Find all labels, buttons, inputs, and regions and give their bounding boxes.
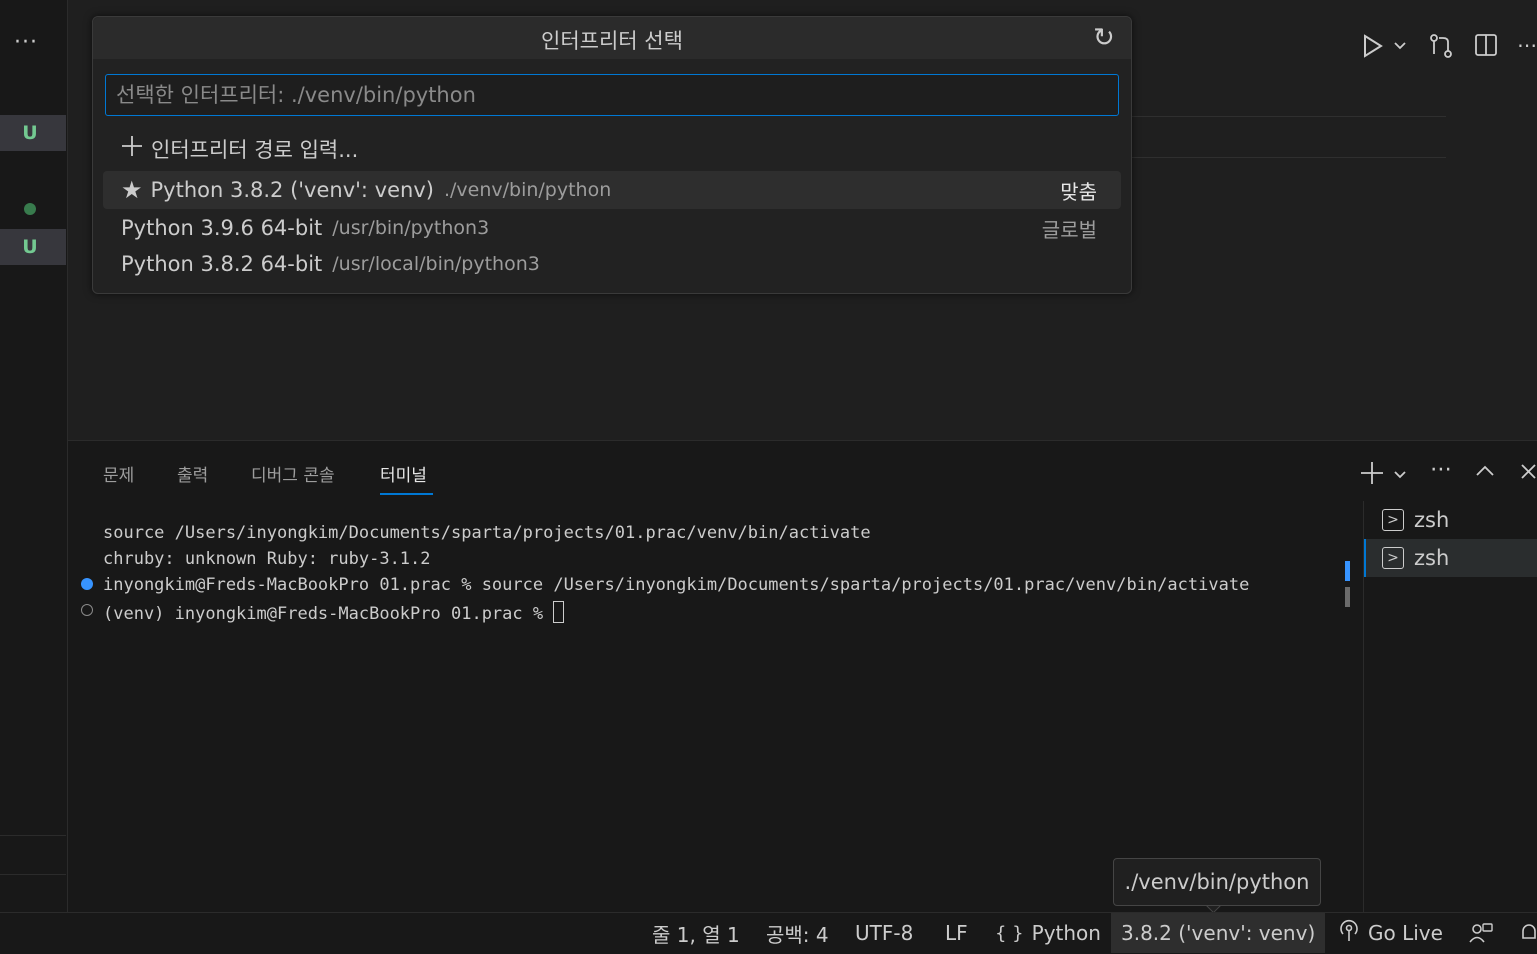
- end-of-line[interactable]: LF: [945, 913, 968, 953]
- untracked-badge[interactable]: U: [0, 229, 66, 265]
- refresh-icon[interactable]: ↻: [1093, 23, 1115, 53]
- interpreter-path: /usr/local/bin/python3: [332, 253, 540, 275]
- interpreter-search-input[interactable]: [105, 74, 1119, 116]
- divider: [0, 874, 66, 875]
- new-terminal-icon[interactable]: [1360, 461, 1384, 489]
- terminal-cursor: [553, 601, 565, 623]
- terminal-line: inyongkim@Freds-MacBookPro 01.prac % sou…: [103, 575, 1250, 595]
- cursor-position[interactable]: 줄 1, 열 1: [652, 913, 740, 953]
- tab-debug-console[interactable]: 디버그 콘솔: [251, 461, 335, 486]
- more-icon[interactable]: ···: [14, 30, 38, 55]
- interpreter-item-selected[interactable]: ★ Python 3.8.2 ('venv': venv) ./venv/bin…: [103, 171, 1121, 209]
- scrollbar-marker: [1345, 587, 1350, 607]
- enter-path-label: 인터프리터 경로 입력...: [151, 138, 359, 162]
- interpreter-item[interactable]: Python 3.8.2 64-bit /usr/local/bin/pytho…: [103, 245, 1121, 283]
- divider: [0, 835, 66, 836]
- source-control-icon[interactable]: [1428, 32, 1454, 64]
- modified-dot-icon: [24, 203, 36, 215]
- go-live-label: Go Live: [1368, 921, 1443, 945]
- split-editor-icon[interactable]: [1474, 33, 1498, 61]
- terminal-prompt[interactable]: (venv) inyongkim@Freds-MacBookPro 01.pra…: [103, 601, 565, 624]
- badge-label: U: [22, 236, 38, 258]
- terminal-name: zsh: [1414, 546, 1450, 570]
- python-interpreter[interactable]: 3.8.2 ('venv': venv): [1111, 913, 1326, 953]
- interpreter-path: /usr/bin/python3: [332, 217, 490, 239]
- close-panel-icon[interactable]: [1520, 463, 1537, 484]
- language-label: Python: [1031, 921, 1101, 945]
- interpreter-item[interactable]: Python 3.9.6 64-bit /usr/bin/python3 글로벌: [103, 209, 1121, 247]
- chevron-down-icon[interactable]: [1393, 467, 1407, 486]
- chevron-down-icon[interactable]: [1393, 38, 1407, 57]
- terminal-tab-zsh[interactable]: > zsh: [1364, 539, 1537, 577]
- interpreter-tag: 글로벌: [1041, 217, 1097, 242]
- editor-rule: [1130, 116, 1446, 117]
- interpreter-label: Python 3.8.2 ('venv': venv): [150, 178, 434, 202]
- interpreter-path: ./venv/bin/python: [443, 179, 612, 201]
- terminal-line: source /Users/inyongkim/Documents/sparta…: [103, 523, 871, 543]
- tab-terminal[interactable]: 터미널: [380, 461, 427, 486]
- braces-icon: { }: [995, 922, 1024, 944]
- tab-output[interactable]: 출력: [177, 461, 208, 486]
- interpreter-quick-pick: 인터프리터 선택 ↻ 인터프리터 경로 입력... ★ Python 3.8.2…: [92, 16, 1132, 294]
- notifications-icon[interactable]: [1520, 913, 1537, 953]
- terminal-line: chruby: unknown Ruby: ruby-3.1.2: [103, 549, 431, 569]
- editor-rule: [1130, 157, 1446, 158]
- star-icon: ★: [121, 176, 143, 204]
- broadcast-icon: [1338, 919, 1360, 948]
- enter-interpreter-path-item[interactable]: 인터프리터 경로 입력...: [103, 130, 1121, 168]
- indentation[interactable]: 공백: 4: [766, 913, 829, 953]
- active-tab-underline: [380, 493, 433, 495]
- encoding[interactable]: UTF-8: [855, 913, 913, 953]
- command-success-icon[interactable]: [81, 578, 93, 590]
- scrollbar-marker: [1345, 561, 1350, 581]
- terminal-tab-zsh[interactable]: > zsh: [1364, 501, 1537, 539]
- command-pending-icon[interactable]: [81, 604, 93, 616]
- untracked-badge[interactable]: U: [0, 115, 66, 151]
- interpreter-tag: 맞춤: [1060, 179, 1097, 204]
- interpreter-label: Python 3.8.2 64-bit: [121, 252, 323, 276]
- badge-label: U: [22, 122, 38, 144]
- terminal-tabs-list: > zsh > zsh: [1363, 501, 1537, 913]
- interpreter-path-tooltip: ./venv/bin/python: [1113, 858, 1321, 906]
- plus-icon: [121, 135, 143, 163]
- language-mode[interactable]: { } Python: [995, 913, 1101, 953]
- feedback-icon[interactable]: [1468, 913, 1494, 953]
- quick-pick-title: 인터프리터 선택: [541, 29, 683, 53]
- go-live-button[interactable]: Go Live: [1338, 913, 1443, 953]
- terminal-icon: >: [1382, 547, 1404, 569]
- prompt-text: (venv) inyongkim@Freds-MacBookPro 01.pra…: [103, 604, 554, 624]
- bottom-panel: 문제 출력 디버그 콘솔 터미널 ⋯ source /Users/inyongk…: [68, 440, 1537, 913]
- explorer-sidebar: ··· U U: [0, 0, 68, 912]
- terminal-icon: >: [1382, 509, 1404, 531]
- tab-problems[interactable]: 문제: [103, 461, 134, 486]
- status-bar: 줄 1, 열 1 공백: 4 UTF-8 LF { } Python 3.8.2…: [0, 912, 1537, 954]
- more-actions-icon[interactable]: ⋯: [1517, 34, 1537, 56]
- terminal-name: zsh: [1414, 508, 1450, 532]
- interpreter-label: Python 3.9.6 64-bit: [121, 216, 323, 240]
- more-icon[interactable]: ⋯: [1430, 457, 1452, 482]
- run-icon[interactable]: [1362, 34, 1384, 63]
- maximize-panel-icon[interactable]: [1475, 463, 1495, 482]
